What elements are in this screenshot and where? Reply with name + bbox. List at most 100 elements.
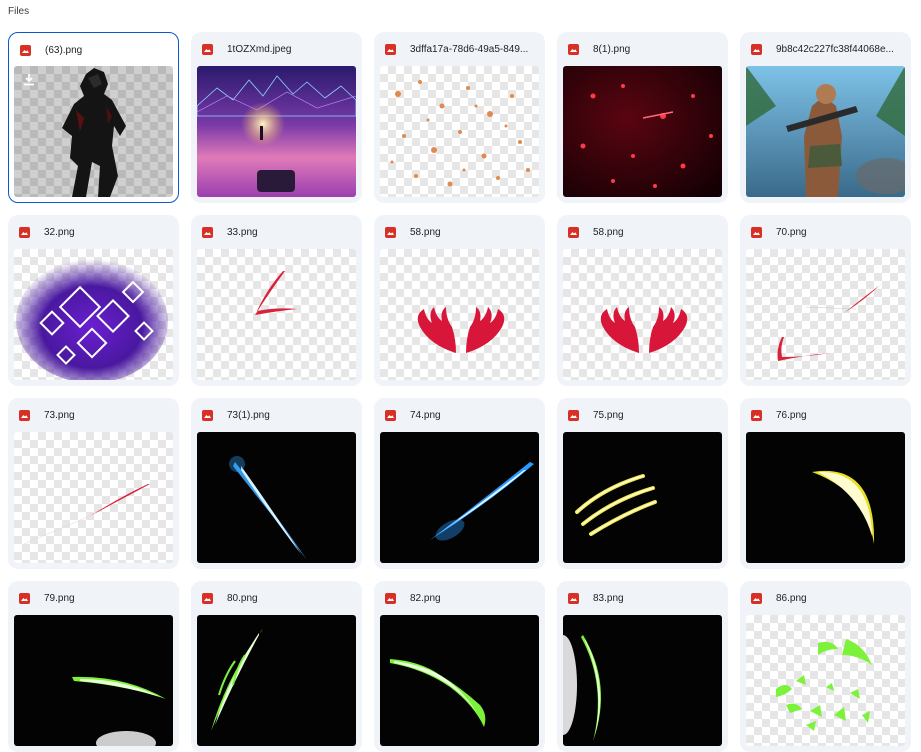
- file-card-header: 75.png: [568, 407, 720, 423]
- file-card-header: 32.png: [19, 224, 171, 240]
- file-card-header: 74.png: [385, 407, 537, 423]
- file-card-header: 79.png: [19, 590, 171, 606]
- image-file-icon: [751, 409, 762, 421]
- file-card-header: 70.png: [751, 224, 903, 240]
- image-file-icon: [568, 592, 579, 604]
- file-thumbnail: [14, 249, 173, 380]
- file-card-header: 73(1).png: [202, 407, 354, 423]
- file-name: 82.png: [410, 592, 441, 604]
- image-file-icon: [202, 43, 213, 55]
- file-thumbnail: [197, 66, 356, 197]
- image-file-icon: [19, 592, 30, 604]
- file-card[interactable]: 73(1).png: [191, 398, 362, 569]
- file-card[interactable]: 75.png: [557, 398, 728, 569]
- download-icon[interactable]: [23, 73, 35, 86]
- file-card[interactable]: 1tOZXmd.jpeg: [191, 32, 362, 203]
- file-card-header: 3dffa17a-78d6-49a5-849...: [385, 41, 537, 57]
- file-card[interactable]: 3dffa17a-78d6-49a5-849...: [374, 32, 545, 203]
- image-file-icon: [751, 43, 762, 55]
- image-file-icon: [20, 44, 31, 56]
- image-file-icon: [385, 592, 396, 604]
- file-card[interactable]: 32.png: [8, 215, 179, 386]
- file-card[interactable]: 73.png: [8, 398, 179, 569]
- file-thumbnail: [197, 432, 356, 563]
- file-thumbnail: [563, 432, 722, 563]
- file-name: 9b8c42c227fc38f44068e...: [776, 43, 894, 55]
- file-thumbnail: [746, 432, 905, 563]
- file-card-header: 76.png: [751, 407, 903, 423]
- file-name: 32.png: [44, 226, 75, 238]
- file-card[interactable]: 83.png: [557, 581, 728, 752]
- file-card-header: 33.png: [202, 224, 354, 240]
- file-card-header: 82.png: [385, 590, 537, 606]
- file-card-header: 9b8c42c227fc38f44068e...: [751, 41, 903, 57]
- file-thumbnail: [14, 66, 173, 197]
- file-thumbnail: [746, 615, 905, 746]
- file-name: 70.png: [776, 226, 807, 238]
- file-name: 75.png: [593, 409, 624, 421]
- file-name: 86.png: [776, 592, 807, 604]
- file-card[interactable]: (63).png: [8, 32, 179, 203]
- file-thumbnail: [563, 249, 722, 380]
- file-name: 76.png: [776, 409, 807, 421]
- file-name: 79.png: [44, 592, 75, 604]
- file-card[interactable]: 70.png: [740, 215, 911, 386]
- file-thumbnail: [563, 615, 722, 746]
- file-card-header: 86.png: [751, 590, 903, 606]
- file-name: 74.png: [410, 409, 441, 421]
- image-file-icon: [19, 226, 30, 238]
- file-card[interactable]: 58.png: [374, 215, 545, 386]
- file-thumbnail: [746, 249, 905, 380]
- file-card[interactable]: 80.png: [191, 581, 362, 752]
- file-name: 8(1).png: [593, 43, 631, 55]
- file-name: 1tOZXmd.jpeg: [227, 43, 292, 55]
- image-file-icon: [751, 592, 762, 604]
- image-file-icon: [385, 226, 396, 238]
- file-thumbnail: [14, 615, 173, 746]
- file-card[interactable]: 82.png: [374, 581, 545, 752]
- file-name: 73.png: [44, 409, 75, 421]
- file-card-header: (63).png: [20, 42, 170, 58]
- file-name: 83.png: [593, 592, 624, 604]
- image-file-icon: [202, 226, 213, 238]
- file-card[interactable]: 79.png: [8, 581, 179, 752]
- file-thumbnail: [380, 615, 539, 746]
- file-card-header: 8(1).png: [568, 41, 720, 57]
- file-thumbnail: [746, 66, 905, 197]
- file-name: 73(1).png: [227, 409, 270, 421]
- file-card[interactable]: 8(1).png: [557, 32, 728, 203]
- image-file-icon: [202, 409, 213, 421]
- file-card[interactable]: 33.png: [191, 215, 362, 386]
- file-card-header: 58.png: [568, 224, 720, 240]
- file-name: 33.png: [227, 226, 258, 238]
- file-card[interactable]: 86.png: [740, 581, 911, 752]
- file-thumbnail: [380, 432, 539, 563]
- image-file-icon: [568, 409, 579, 421]
- file-name: 58.png: [593, 226, 624, 238]
- file-thumbnail: [197, 249, 356, 380]
- file-card[interactable]: 74.png: [374, 398, 545, 569]
- file-card[interactable]: 58.png: [557, 215, 728, 386]
- image-file-icon: [385, 43, 396, 55]
- file-thumbnail: [380, 66, 539, 197]
- file-thumbnail: [563, 66, 722, 197]
- file-card[interactable]: 76.png: [740, 398, 911, 569]
- file-grid: (63).png 1tOZXmd.jpeg 3dffa17a-78d6-49a5…: [8, 32, 911, 752]
- image-file-icon: [751, 226, 762, 238]
- section-title: Files: [8, 6, 30, 17]
- file-name: (63).png: [45, 44, 83, 56]
- file-name: 80.png: [227, 592, 258, 604]
- file-name: 3dffa17a-78d6-49a5-849...: [410, 43, 529, 55]
- image-file-icon: [568, 43, 579, 55]
- image-file-icon: [568, 226, 579, 238]
- file-name: 58.png: [410, 226, 441, 238]
- file-thumbnail: [14, 432, 173, 563]
- file-card-header: 83.png: [568, 590, 720, 606]
- file-thumbnail: [380, 249, 539, 380]
- file-card-header: 1tOZXmd.jpeg: [202, 41, 354, 57]
- file-card-header: 80.png: [202, 590, 354, 606]
- image-file-icon: [202, 592, 213, 604]
- image-file-icon: [385, 409, 396, 421]
- file-card[interactable]: 9b8c42c227fc38f44068e...: [740, 32, 911, 203]
- file-card-header: 58.png: [385, 224, 537, 240]
